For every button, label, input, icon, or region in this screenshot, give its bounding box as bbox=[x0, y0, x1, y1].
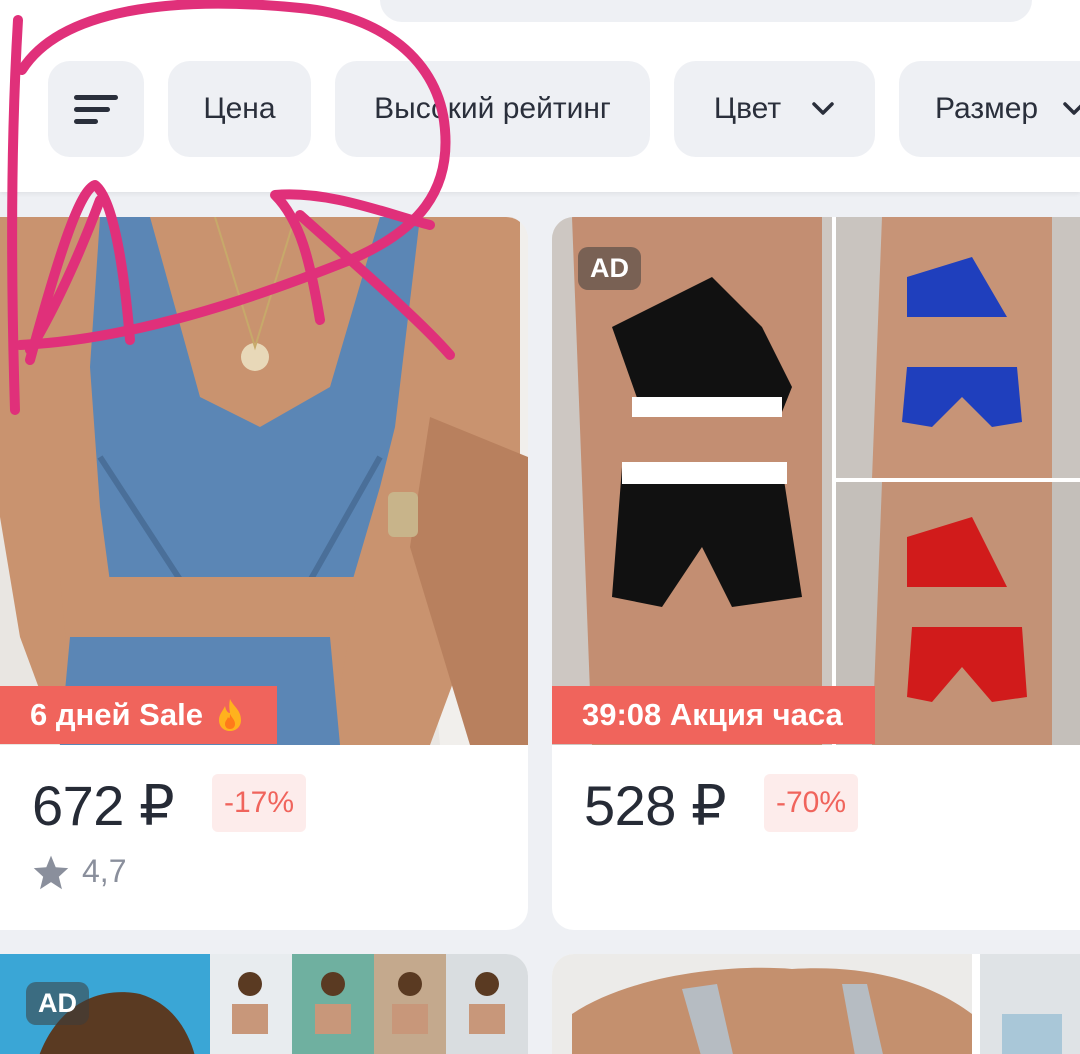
product-image[interactable] bbox=[552, 217, 1080, 745]
sort-lines-icon bbox=[74, 94, 118, 124]
product-card[interactable]: 6 дней Sale 672 ₽ -17% 4,7 bbox=[0, 217, 528, 930]
filter-chip-label: Цвет bbox=[713, 92, 782, 125]
discount-badge: -70% bbox=[764, 774, 859, 832]
star-icon bbox=[32, 854, 70, 890]
filter-chip-size[interactable]: Размер bbox=[899, 61, 1080, 157]
filter-chip-price[interactable]: Цена bbox=[168, 61, 311, 157]
filter-chip-label: Цена bbox=[203, 92, 276, 125]
product-image[interactable] bbox=[552, 954, 1080, 1054]
product-rating: 4,7 bbox=[32, 853, 126, 890]
ad-badge: AD bbox=[578, 247, 641, 290]
sort-button[interactable] bbox=[48, 61, 144, 157]
filter-chip-label: Высокий рейтинг bbox=[374, 92, 611, 125]
product-card[interactable]: AD bbox=[0, 954, 528, 1054]
fire-icon bbox=[215, 698, 245, 732]
chevron-down-icon bbox=[1062, 101, 1080, 117]
rating-value: 4,7 bbox=[82, 853, 127, 889]
filter-chip-color[interactable]: Цвет bbox=[674, 61, 875, 157]
filter-bar: Цена Высокий рейтинг Цвет Размер bbox=[0, 0, 1080, 192]
product-image[interactable] bbox=[0, 217, 528, 745]
promo-badge-label: 6 дней Sale bbox=[30, 697, 203, 732]
product-card[interactable]: AD 39:08 Акция часа 528 ₽ -70% bbox=[552, 217, 1080, 930]
filter-chip-high-rating[interactable]: Высокий рейтинг bbox=[335, 61, 650, 157]
product-card[interactable] bbox=[552, 954, 1080, 1054]
product-price: 672 ₽ bbox=[32, 774, 175, 837]
chevron-down-icon bbox=[811, 101, 835, 117]
search-bar-edge[interactable] bbox=[380, 0, 1032, 22]
ad-badge: AD bbox=[26, 982, 89, 1025]
promo-badge: 39:08 Акция часа bbox=[552, 686, 875, 744]
product-price: 528 ₽ bbox=[584, 774, 727, 837]
filter-chip-label: Размер bbox=[935, 92, 1039, 125]
discount-badge: -17% bbox=[212, 774, 307, 832]
promo-badge-label: 39:08 Акция часа bbox=[582, 697, 843, 732]
promo-badge: 6 дней Sale bbox=[0, 686, 277, 744]
